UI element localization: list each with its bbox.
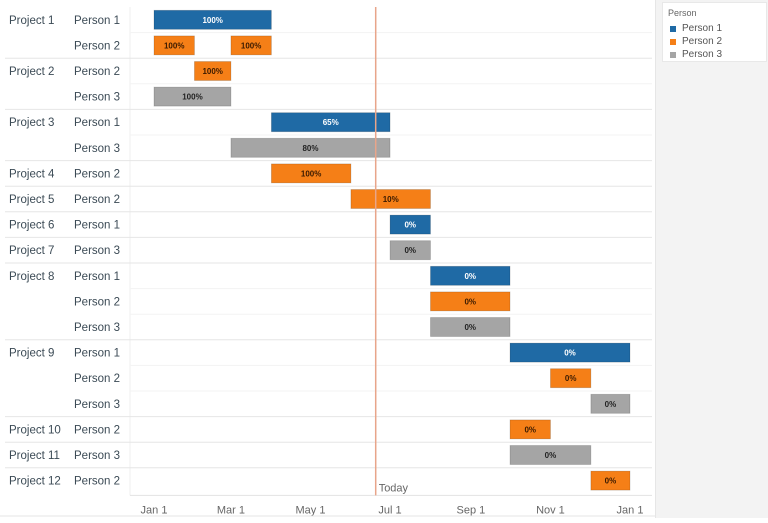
person-label: Person 1: [74, 348, 120, 360]
legend-item-person-1[interactable]: Person 1: [670, 23, 722, 34]
task-progress-label: 0%: [464, 323, 476, 332]
x-tick-label: Jan 1: [617, 504, 644, 516]
project-label: Project 8: [9, 271, 54, 283]
today-label: Today: [379, 482, 409, 494]
gantt-chart: Project 1 Person 1 Person 2 Project 2 Person…: [0, 0, 655, 518]
person-label: Person 3: [74, 92, 120, 104]
project-label: Project 2: [9, 66, 54, 78]
legend-label: Person 2: [682, 36, 723, 47]
person-label: Person 3: [74, 245, 120, 257]
person-label: Person 3: [74, 450, 120, 462]
legend-title: Person: [668, 8, 697, 18]
task-progress-label: 100%: [241, 41, 261, 50]
task-progress-label: 0%: [524, 425, 536, 434]
person-label: Person 2: [74, 476, 120, 488]
task-progress-label: 0%: [565, 374, 577, 383]
task-progress-label: 0%: [404, 221, 416, 230]
person-label: Person 2: [74, 296, 120, 308]
x-tick-label: Mar 1: [217, 504, 245, 516]
task-progress-label: 100%: [202, 16, 222, 25]
project-label: Project 6: [9, 220, 54, 232]
project-label: Project 1: [9, 15, 54, 27]
person-label: Person 1: [74, 15, 120, 27]
project-label: Project 10: [9, 424, 61, 436]
task-progress-label: 80%: [302, 144, 318, 153]
legend: Person Person 1 Person 2 Person 3: [662, 2, 767, 62]
legend-swatch-person-2: [670, 38, 676, 45]
person-label: Person 2: [74, 168, 120, 180]
project-label: Project 4: [9, 168, 55, 180]
project-label: Project 3: [9, 117, 54, 129]
task-progress-label: 100%: [164, 41, 184, 50]
x-tick-label: May 1: [296, 504, 326, 516]
person-label: Person 1: [74, 220, 120, 232]
project-label: Project 12: [9, 476, 61, 488]
task-progress-label: 0%: [605, 477, 617, 486]
project-label: Project 5: [9, 194, 54, 206]
legend-label: Person 3: [682, 49, 723, 60]
person-label: Person 2: [74, 194, 120, 206]
person-label: Person 3: [74, 143, 120, 155]
legend-label: Person 1: [682, 23, 723, 34]
legend-item-person-2[interactable]: Person 2: [670, 36, 722, 47]
person-label: Person 2: [74, 373, 120, 385]
task-progress-label: 0%: [404, 246, 416, 255]
person-label: Person 2: [74, 424, 120, 436]
gantt-svg: Project 1 Person 1 Person 2 Project 2 Person…: [0, 7, 655, 517]
project-label: Project 7: [9, 245, 54, 257]
person-label: Person 2: [74, 66, 120, 78]
task-progress-label: 100%: [301, 169, 321, 178]
person-label: Person 1: [74, 117, 120, 129]
task-progress-label: 100%: [182, 93, 202, 102]
legend-item-person-3[interactable]: Person 3: [670, 49, 722, 60]
x-tick-label: Jul 1: [378, 504, 401, 516]
task-progress-label: 0%: [545, 451, 557, 460]
task-progress-label: 0%: [464, 272, 476, 281]
task-progress-label: 0%: [605, 400, 617, 409]
task-progress-label: 10%: [383, 195, 399, 204]
x-tick-label: Jan 1: [141, 504, 168, 516]
x-tick-label: Sep 1: [457, 504, 486, 516]
project-label: Project 11: [9, 450, 60, 462]
x-tick-label: Nov 1: [536, 504, 565, 516]
project-label: Project 9: [9, 348, 54, 360]
person-label: Person 3: [74, 322, 120, 334]
legend-swatch-person-1: [670, 25, 676, 32]
task-progress-label: 0%: [564, 349, 576, 358]
person-label: Person 2: [74, 40, 120, 52]
task-progress-label: 0%: [464, 297, 476, 306]
person-label: Person 1: [74, 271, 120, 283]
person-label: Person 3: [74, 399, 120, 411]
task-progress-label: 65%: [323, 118, 339, 127]
task-progress-label: 100%: [202, 67, 222, 76]
legend-swatch-person-3: [670, 51, 676, 58]
side-panel: Person Person 1 Person 2 Person 3: [655, 0, 768, 518]
